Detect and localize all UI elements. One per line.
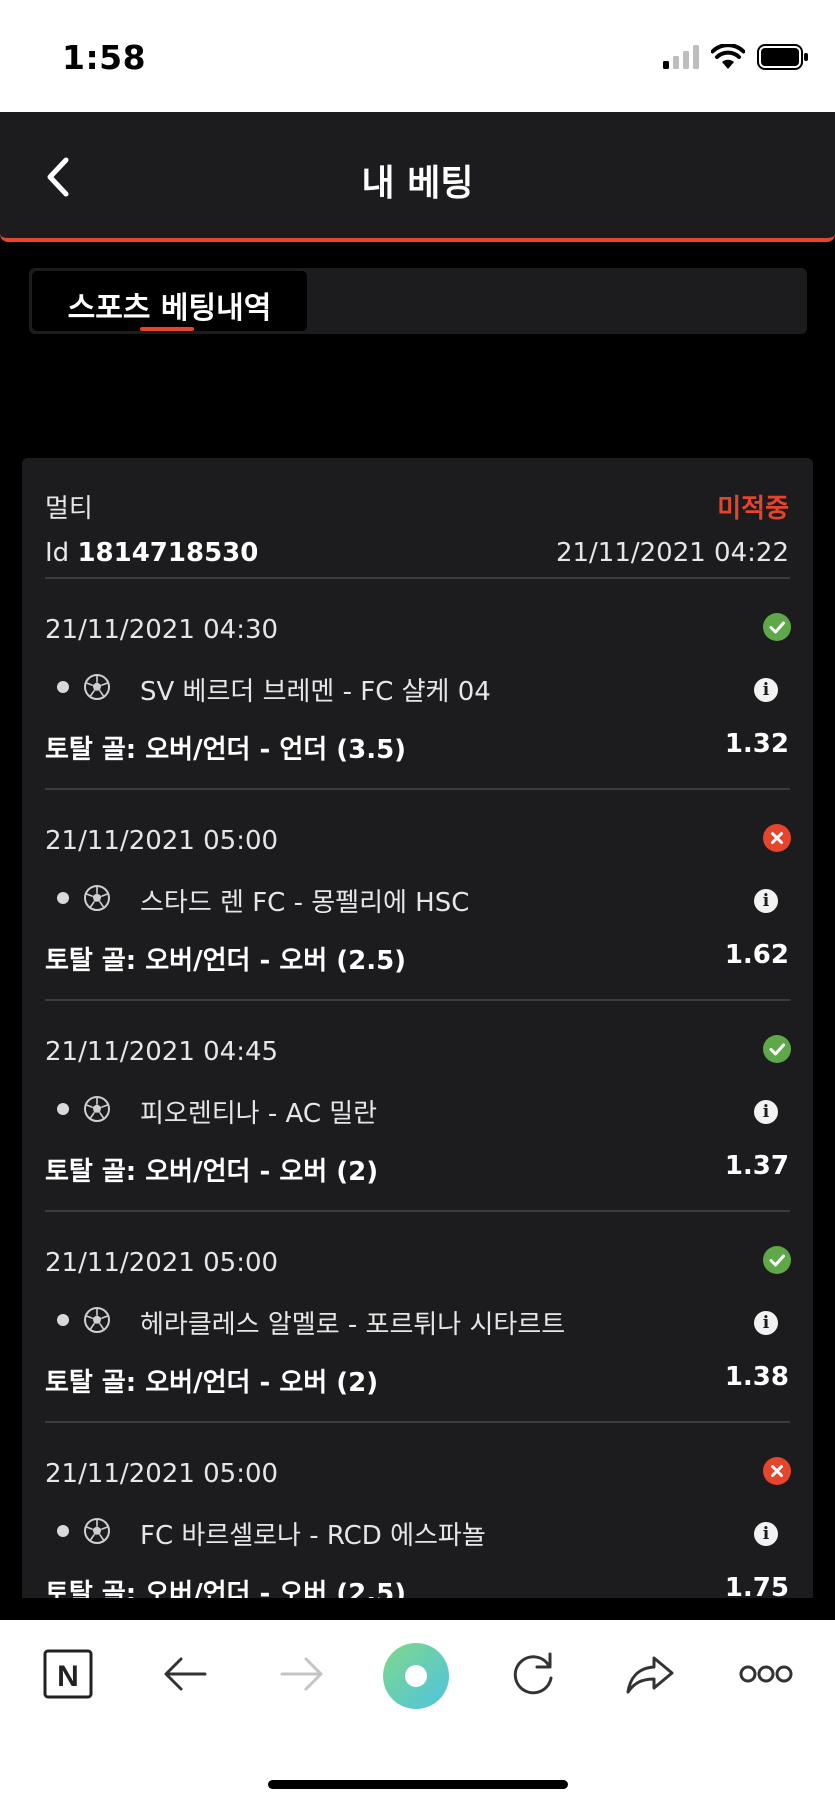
selection-datetime: 21/11/2021 04:30	[45, 615, 279, 645]
browser-toolbar: N	[0, 1620, 835, 1808]
share-icon	[626, 1656, 674, 1694]
status-time: 1:58	[62, 38, 147, 77]
browser-home-button[interactable]	[382, 1642, 450, 1710]
cellular-signal-icon	[663, 45, 699, 69]
more-button[interactable]	[735, 1644, 795, 1704]
battery-icon	[757, 44, 808, 70]
selection-match: 피오렌티나 - AC 밀란	[140, 1099, 378, 1129]
tab-label: 스포츠 베팅내역	[67, 291, 272, 326]
forward-arrow-icon	[280, 1657, 323, 1691]
selection-row: 21/11/2021 05:00 스타드 렌 FC - 몽펠리에 HSC i 토탈 골…	[22, 790, 813, 1001]
check-circle-icon	[763, 1035, 791, 1063]
selection-row: 21/11/2021 05:00 FC 바르셀로나 - RCD 에스파뇰 i 토탈 골…	[22, 1423, 813, 1598]
home-circle-icon	[383, 1643, 449, 1709]
bullet-dot	[57, 1314, 69, 1326]
naver-n-letter: N	[57, 1660, 79, 1693]
selection-market: 토탈 골: 오버/언더 - 오버 (2)	[45, 1157, 379, 1187]
wifi-icon	[711, 44, 745, 69]
selection-row: 21/11/2021 05:00 헤라클레스 알멜로 - 포르튀나 시타르트 i 토탈…	[22, 1212, 813, 1423]
check-circle-icon	[763, 1246, 791, 1274]
info-icon[interactable]: i	[754, 1522, 778, 1546]
app-header: 내 베팅	[0, 112, 835, 242]
selection-datetime: 21/11/2021 05:00	[45, 1459, 279, 1489]
bullet-dot	[57, 1103, 69, 1115]
browser-back-button[interactable]	[155, 1644, 215, 1704]
x-circle-icon	[763, 1457, 791, 1485]
soccer-ball-icon	[83, 1306, 111, 1334]
browser-forward-button[interactable]	[272, 1644, 332, 1704]
bet-card: 멀티 미적중 Id 1814718530 21/11/2021 04:22 21…	[22, 458, 813, 1598]
soccer-ball-icon	[83, 673, 111, 701]
active-tab-indicator	[140, 327, 194, 331]
selection-match: FC 바르셀로나 - RCD 에스파뇰	[140, 1521, 486, 1551]
selection-datetime: 21/11/2021 04:45	[45, 1037, 279, 1067]
bullet-dot	[57, 1525, 69, 1537]
selection-row: 21/11/2021 04:45 피오렌티나 - AC 밀란 i 토탈 골: 오버/언…	[22, 1001, 813, 1212]
selection-match: 헤라클레스 알멜로 - 포르튀나 시타르트	[140, 1310, 566, 1340]
home-indicator	[268, 1780, 568, 1789]
selection-market: 토탈 골: 오버/언더 - 오버 (2.5)	[45, 946, 407, 976]
soccer-ball-icon	[83, 884, 111, 912]
share-button[interactable]	[620, 1644, 680, 1704]
selection-datetime: 21/11/2021 05:00	[45, 826, 279, 856]
reload-icon	[513, 1652, 553, 1695]
info-icon[interactable]: i	[754, 678, 778, 702]
selection-odds: 1.38	[724, 1362, 789, 1392]
bullet-dot	[57, 892, 69, 904]
back-arrow-icon	[164, 1657, 207, 1691]
x-circle-icon	[763, 824, 791, 852]
selection-market: 토탈 골: 오버/언더 - 오버 (2)	[45, 1368, 379, 1398]
more-icon	[739, 1665, 793, 1683]
bet-id: Id 1814718530	[45, 538, 258, 568]
info-icon[interactable]: i	[754, 889, 778, 913]
selection-match: 스타드 렌 FC - 몽펠리에 HSC	[140, 888, 470, 918]
info-icon[interactable]: i	[754, 1311, 778, 1335]
bullet-dot	[57, 681, 69, 693]
tab-bar: 스포츠 베팅내역	[29, 268, 807, 334]
soccer-ball-icon	[83, 1095, 111, 1123]
selection-odds: 1.37	[724, 1151, 789, 1181]
selection-row: 21/11/2021 04:30 SV 베르더 브레멘 - FC 샬케 04 i 토탈…	[22, 579, 813, 790]
selection-odds: 1.32	[724, 729, 789, 759]
check-circle-icon	[763, 613, 791, 641]
bet-type: 멀티	[45, 494, 93, 524]
status-bar: 1:58	[0, 0, 835, 112]
bet-placed-date: 21/11/2021 04:22	[555, 538, 789, 568]
page-title: 내 베팅	[361, 163, 474, 204]
selection-match: SV 베르더 브레멘 - FC 샬케 04	[140, 677, 491, 707]
selection-market: 토탈 골: 오버/언더 - 언더 (3.5)	[45, 735, 407, 765]
naver-n-icon: N	[43, 1649, 93, 1699]
info-icon[interactable]: i	[754, 1100, 778, 1124]
reload-button[interactable]	[503, 1644, 563, 1704]
status-icons	[663, 44, 809, 70]
bet-id-label: Id	[45, 538, 70, 568]
bet-status-badge: 미적중	[717, 494, 789, 524]
selection-datetime: 21/11/2021 05:00	[45, 1248, 279, 1278]
selection-odds: 1.62	[724, 940, 789, 970]
tab-sports-bet-history[interactable]: 스포츠 베팅내역	[32, 271, 307, 331]
naver-home-button[interactable]: N	[38, 1644, 98, 1704]
soccer-ball-icon	[83, 1517, 111, 1545]
selection-market: 토탈 골: 오버/언더 - 오버 (2.5)	[45, 1579, 407, 1598]
selection-odds: 1.75	[724, 1573, 789, 1598]
bet-id-value: 1814718530	[77, 538, 259, 568]
